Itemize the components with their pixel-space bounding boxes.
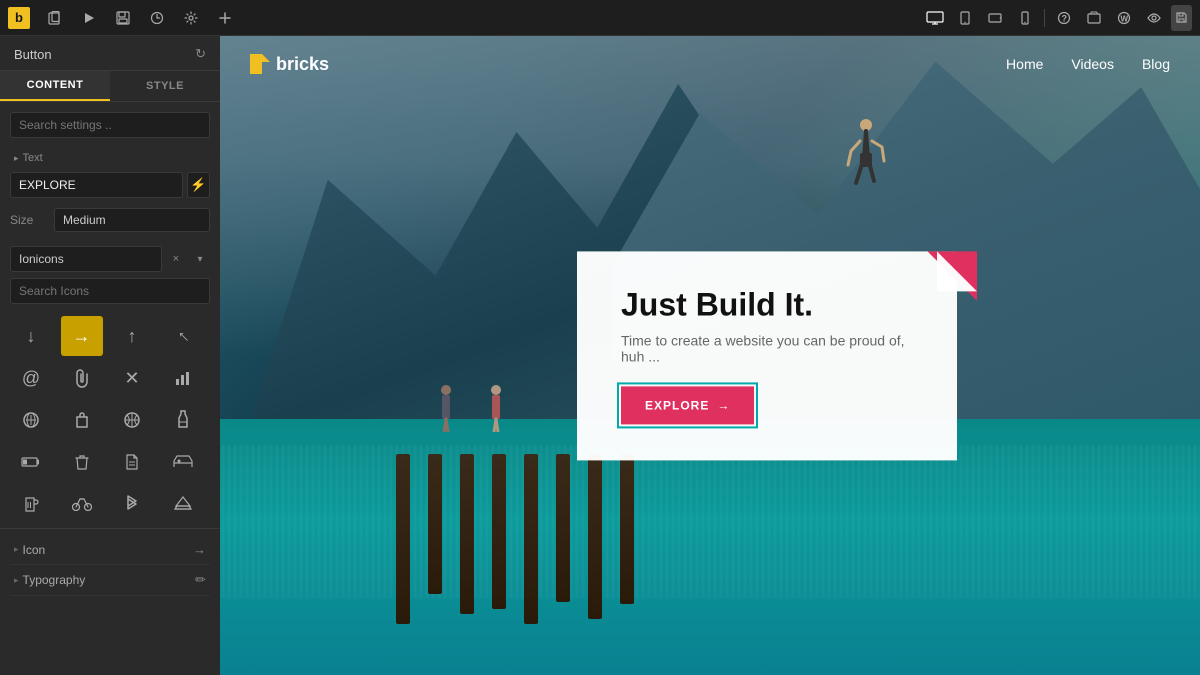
explore-button[interactable]: EXPLORE → [621,386,754,424]
icon-chevron-btn[interactable]: ▾ [190,246,210,272]
panel-refresh-btn[interactable]: ↻ [195,46,206,62]
left-panel: Button ↻ CONTENT StylE Text ⚡ Size Mediu… [0,36,220,675]
jumping-figure [836,113,886,208]
icon-bluetooth[interactable] [111,484,153,524]
main-area: Button ↻ CONTENT StylE Text ⚡ Size Mediu… [0,36,1200,675]
mobile-device-btn[interactable] [1012,5,1038,31]
icon-bottle[interactable] [162,400,204,440]
tablet-landscape-btn[interactable] [982,5,1008,31]
files-btn[interactable] [42,5,68,31]
panel-header: Button ↻ [0,36,220,71]
explore-btn-label: EXPLORE [645,398,709,412]
svg-text:W: W [1121,14,1129,23]
icon-trash[interactable] [61,442,103,482]
desktop-device-btn[interactable] [922,5,948,31]
typography-section-label: Typography [14,573,85,587]
icon-clear-btn[interactable]: × [166,246,186,272]
icon-arrow-right[interactable]: → [61,316,103,356]
size-row: Size Medium Small Large [0,206,220,240]
tab-content[interactable]: CONTENT [0,71,110,101]
icon-section-item[interactable]: Icon → [10,535,210,565]
icon-picker: Ionicons × ▾ [0,240,220,316]
add-element-btn[interactable] [212,5,238,31]
wordpress-btn[interactable]: W [1111,5,1137,31]
icon-grid: ↓ → ↑ ↑ @ ✕ [0,316,220,524]
pier-figures [436,382,506,432]
help-btn[interactable]: ? [1051,5,1077,31]
svg-text:?: ? [1062,13,1068,23]
save-toolbar-btn[interactable] [1171,5,1192,31]
canvas-area[interactable]: bricks Home Videos Blog Just Build It. T… [220,36,1200,675]
hero-corner-decoration [927,251,977,301]
icon-bag[interactable] [61,400,103,440]
pier-posts [396,454,634,624]
hero-bg-image: bricks Home Videos Blog Just Build It. T… [220,36,1200,675]
button-text-input[interactable] [10,172,183,198]
canvas-nav-links: Home Videos Blog [1006,56,1170,72]
logo-icon [250,54,270,74]
canvas-logo: bricks [250,54,329,75]
icon-library-select[interactable]: Ionicons [10,246,162,272]
settings-btn[interactable] [178,5,204,31]
preview-btn[interactable] [1141,5,1167,31]
history-btn[interactable] [144,5,170,31]
text-addon-btn[interactable]: ⚡ [187,172,210,198]
icon-picker-top: Ionicons × ▾ [10,246,210,272]
explore-btn-icon: → [717,398,730,412]
icon-attach[interactable] [61,358,103,398]
search-settings-input[interactable] [10,112,210,138]
save-btn[interactable] [110,5,136,31]
icon-football[interactable] [10,400,52,440]
icon-battery-low[interactable] [10,442,52,482]
hero-subtitle: Time to create a website you can be prou… [621,332,913,364]
icon-boat[interactable] [162,484,204,524]
tablet-portrait-btn[interactable] [952,5,978,31]
hero-title: Just Build It. [621,287,913,322]
search-icons-input[interactable] [10,278,210,304]
app-logo-btn[interactable]: b [8,7,30,29]
play-btn[interactable] [76,5,102,31]
icon-at[interactable]: @ [10,358,52,398]
text-row: ⚡ [0,168,220,206]
icon-close[interactable]: ✕ [111,358,153,398]
nav-link-home[interactable]: Home [1006,56,1043,72]
tabs-row: CONTENT StylE [0,71,220,102]
size-label: Size [10,213,46,227]
icon-bike[interactable] [61,484,103,524]
typography-section-item[interactable]: Typography ✏ [10,565,210,596]
toolbar-right: ? W [922,5,1192,31]
icon-arrow-down[interactable]: ↓ [10,316,52,356]
icon-arrow-up-alt[interactable]: ↑ [154,307,212,365]
text-section-label: Text [0,146,220,168]
canvas-navbar: bricks Home Videos Blog [220,36,1200,92]
tab-style[interactable]: StylE [110,71,220,101]
nav-link-videos[interactable]: Videos [1071,56,1114,72]
nav-link-blog[interactable]: Blog [1142,56,1170,72]
logo-text: bricks [276,54,329,75]
icon-arrow-up[interactable]: ↑ [111,316,153,356]
icon-section-label: Icon [14,543,45,557]
panel-title: Button [14,47,52,62]
top-toolbar: b ? W [0,0,1200,36]
hero-card: Just Build It. Time to create a website … [577,251,957,460]
icon-section-arrow: → [193,542,206,557]
icon-basketball[interactable] [111,400,153,440]
icon-bed[interactable] [162,442,204,482]
size-select[interactable]: Medium Small Large [54,208,210,232]
media-library-btn[interactable] [1081,5,1107,31]
icon-beer[interactable] [10,484,52,524]
icon-doc-text[interactable] [111,442,153,482]
typography-section-icon: ✏ [195,572,206,588]
bottom-sections: Icon → Typography ✏ [0,528,220,602]
